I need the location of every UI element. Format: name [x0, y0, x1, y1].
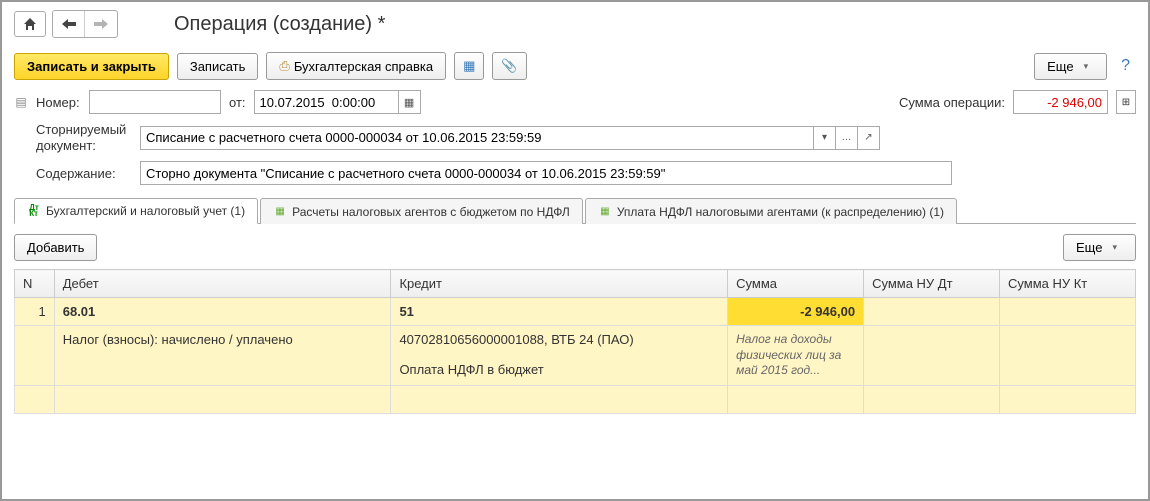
- content-input[interactable]: [140, 161, 952, 185]
- date-input[interactable]: [254, 90, 399, 114]
- calculator-icon: ⊞: [1122, 97, 1130, 108]
- cell-credit-analytic1[interactable]: 40702810656000001088, ВТБ 24 (ПАО): [391, 326, 728, 356]
- calendar-button[interactable]: ▦: [399, 90, 421, 114]
- report-button[interactable]: ⎙ Бухгалтерская справка: [266, 52, 446, 80]
- sum-calc-button[interactable]: ⊞: [1116, 90, 1136, 114]
- select-pick-button[interactable]: …: [836, 126, 858, 150]
- more-button[interactable]: Еще: [1034, 53, 1107, 80]
- number-input[interactable]: [89, 90, 221, 114]
- entries-table: N Дебет Кредит Сумма Сумма НУ Дт Сумма Н…: [14, 269, 1136, 414]
- cell-debit[interactable]: 68.01: [54, 298, 391, 326]
- help-button[interactable]: ?: [1115, 53, 1136, 79]
- save-close-button[interactable]: Записать и закрыть: [14, 53, 169, 80]
- home-button[interactable]: [14, 11, 46, 37]
- col-sum[interactable]: Сумма: [728, 270, 864, 298]
- col-credit[interactable]: Кредит: [391, 270, 728, 298]
- table-more-button[interactable]: Еще: [1063, 234, 1136, 261]
- dropdown-button[interactable]: ▾: [814, 126, 836, 150]
- number-label: Номер:: [36, 95, 81, 110]
- table-header-row: N Дебет Кредит Сумма Сумма НУ Дт Сумма Н…: [15, 270, 1136, 298]
- calendar-icon: ▦: [404, 96, 414, 109]
- col-nu-dt[interactable]: Сумма НУ Дт: [864, 270, 1000, 298]
- paperclip-icon: 📎: [501, 58, 517, 74]
- cell-sum[interactable]: -2 946,00: [728, 298, 864, 326]
- cell-credit-analytic2[interactable]: Оплата НДФЛ в бюджет: [391, 356, 728, 386]
- sum-label: Сумма операции:: [899, 95, 1005, 110]
- attach-button[interactable]: 📎: [492, 52, 526, 80]
- forward-button[interactable]: [85, 11, 117, 37]
- content-label: Содержание:: [36, 166, 132, 181]
- from-label: от:: [229, 95, 246, 110]
- table-row[interactable]: Оплата НДФЛ в бюджет: [15, 356, 1136, 386]
- table-row-empty[interactable]: [15, 385, 1136, 413]
- open-button[interactable]: ↗: [858, 126, 880, 150]
- document-button[interactable]: ▦: [454, 52, 484, 80]
- printer-icon: ⎙: [279, 58, 289, 74]
- col-n[interactable]: N: [15, 270, 55, 298]
- tab-ndfl-calc[interactable]: ▦ Расчеты налоговых агентов с бюджетом п…: [260, 198, 583, 224]
- cell-note[interactable]: Налог на доходы физических лиц за май 20…: [728, 326, 864, 386]
- page-title: Операция (создание) *: [174, 13, 385, 36]
- table-icon: ▦: [598, 205, 612, 219]
- sum-input[interactable]: [1013, 90, 1108, 114]
- cell-nu-dt[interactable]: [864, 298, 1000, 326]
- tab-accounting[interactable]: ДтКт Бухгалтерский и налоговый учет (1): [14, 198, 258, 224]
- dtkt-icon: ДтКт: [27, 204, 41, 218]
- add-button[interactable]: Добавить: [14, 234, 97, 261]
- storno-label: Сторнируемый документ:: [36, 122, 132, 153]
- home-icon: [23, 17, 37, 31]
- cell-debit-analytic[interactable]: Налог (взносы): начислено / уплачено: [54, 326, 391, 356]
- open-icon: ↗: [864, 132, 872, 143]
- col-debit[interactable]: Дебет: [54, 270, 391, 298]
- table-icon: ▦: [273, 205, 287, 219]
- storno-input[interactable]: [140, 126, 814, 150]
- document-icon: ▤: [14, 95, 28, 109]
- document-icon: ▦: [463, 58, 475, 74]
- cell-debit-analytic2[interactable]: [54, 356, 391, 386]
- table-row[interactable]: Налог (взносы): начислено / уплачено 407…: [15, 326, 1136, 356]
- arrow-left-icon: [62, 19, 76, 29]
- col-nu-kt[interactable]: Сумма НУ Кт: [1000, 270, 1136, 298]
- arrow-right-icon: [94, 19, 108, 29]
- cell-credit[interactable]: 51: [391, 298, 728, 326]
- table-row[interactable]: 1 68.01 51 -2 946,00: [15, 298, 1136, 326]
- save-button[interactable]: Записать: [177, 53, 259, 80]
- cell-nu-kt[interactable]: [1000, 298, 1136, 326]
- back-button[interactable]: [53, 11, 85, 37]
- cell-n[interactable]: 1: [15, 298, 55, 326]
- tab-ndfl-pay[interactable]: ▦ Уплата НДФЛ налоговыми агентами (к рас…: [585, 198, 957, 224]
